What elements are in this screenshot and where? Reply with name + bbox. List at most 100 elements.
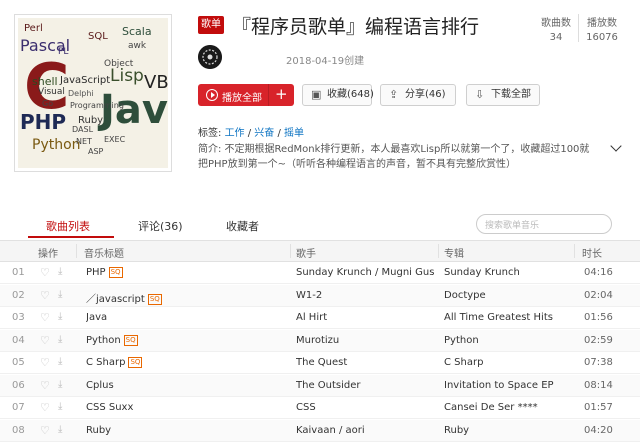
tab-collectors[interactable]: 收藏者: [226, 218, 259, 234]
song-album[interactable]: Cansei De Ser ****: [444, 402, 570, 413]
add-to-queue-button[interactable]: +: [275, 85, 288, 103]
cover-word: Programming: [70, 101, 124, 110]
song-album[interactable]: Doctype: [444, 290, 570, 301]
chevron-down-icon[interactable]: [610, 140, 622, 152]
cover-word: Lisp: [110, 66, 144, 86]
song-title-cell[interactable]: CSS Suxx: [86, 402, 133, 413]
song-title[interactable]: PHP: [86, 267, 106, 278]
song-artist[interactable]: Kaivaan / aori: [296, 425, 434, 436]
cover-word: shell: [32, 75, 58, 88]
table-header: 操作 音乐标题 歌手 专辑 时长: [0, 240, 640, 262]
song-album[interactable]: All Time Greatest Hits: [444, 312, 570, 323]
play-all-button[interactable]: 播放全部 +: [198, 84, 294, 106]
heart-icon[interactable]: ♡: [40, 402, 50, 413]
song-title-cell[interactable]: Cplus: [86, 380, 114, 391]
download-icon[interactable]: ⤓: [58, 289, 62, 300]
stats-divider: [578, 14, 579, 42]
tab-song-list[interactable]: 歌曲列表: [46, 218, 90, 234]
song-title[interactable]: Python: [86, 335, 121, 346]
heart-icon[interactable]: ♡: [40, 425, 50, 436]
cover-word: NET: [76, 137, 92, 146]
table-row[interactable]: 04 ♡ ⤓ Python SQ Murotizu Python 02:59: [0, 329, 640, 352]
cover-word: Visual: [38, 87, 65, 97]
table-row[interactable]: 01 ♡ ⤓ PHPSQ Sunday Krunch / Mugni Gustian Su…: [0, 262, 640, 284]
search-input[interactable]: 搜索歌单音乐: [476, 214, 612, 234]
song-artist[interactable]: Murotizu: [296, 335, 434, 346]
tag-link-work[interactable]: 工作: [225, 128, 245, 139]
song-artist[interactable]: CSS: [296, 402, 434, 413]
download-icon[interactable]: ⤓: [58, 312, 62, 322]
playlist-badge: 歌单: [198, 16, 224, 34]
song-album[interactable]: Python: [444, 335, 570, 346]
song-artist[interactable]: The Quest: [296, 357, 434, 368]
song-duration: 04:16: [584, 267, 613, 278]
track-number: 03: [12, 312, 25, 323]
song-artist[interactable]: The Outsider: [296, 380, 434, 391]
song-album[interactable]: Invitation to Space EP: [444, 380, 570, 391]
table-row[interactable]: 07 ♡ ⤓ CSS Suxx CSS Cansei De Ser **** 01:57: [0, 397, 640, 419]
heart-icon[interactable]: ♡: [40, 312, 50, 323]
track-number: 05: [12, 357, 25, 368]
header-actions: 操作: [38, 249, 58, 260]
cover-word: Python: [32, 137, 81, 153]
tag-link-rock[interactable]: 摇单: [284, 128, 304, 139]
table-row[interactable]: 03 ♡ ⤓ Java Al Hirt All Time Greatest Hits 01:…: [0, 307, 640, 329]
song-artist[interactable]: Al Hirt: [296, 312, 434, 323]
song-title[interactable]: Ruby: [86, 425, 111, 436]
song-title-cell[interactable]: PHP SQ: [86, 267, 123, 278]
song-count-stat: 歌曲数 34: [536, 14, 576, 43]
table-row[interactable]: 06 ♡ ⤓ Cplus The Outsider Invitation to Space…: [0, 374, 640, 397]
track-number: 08: [12, 424, 25, 436]
download-icon[interactable]: ⤓: [58, 267, 62, 277]
table-row[interactable]: 05 ♡ ⤓ C Sharp SQ The Quest C Sharp 07:38: [0, 352, 640, 374]
song-artist[interactable]: W1-2: [296, 290, 434, 301]
song-title[interactable]: CSS Suxx: [86, 402, 133, 413]
share-button[interactable]: ⇪ 分享(46): [380, 84, 456, 106]
play-count-stat: 播放数 16076: [582, 14, 622, 43]
song-title[interactable]: Java: [86, 312, 107, 323]
song-title-cell[interactable]: Ruby: [86, 425, 111, 436]
header-artist: 歌手: [296, 249, 316, 260]
song-duration: 07:38: [584, 357, 613, 368]
tab-comments[interactable]: 评论(36): [138, 218, 183, 234]
download-icon[interactable]: ⤓: [58, 357, 62, 367]
song-artist[interactable]: Sunday Krunch / Mugni Gustian: [296, 267, 434, 278]
heart-icon[interactable]: ♡: [40, 357, 50, 368]
cover-word: Go: [42, 99, 54, 108]
heart-icon[interactable]: ♡: [40, 290, 50, 301]
song-duration: 01:57: [584, 402, 613, 413]
song-title-cell[interactable]: ／javascript SQ: [86, 290, 162, 305]
folder-plus-icon: ▣: [311, 88, 322, 101]
tag-link-excited[interactable]: 兴奋: [254, 128, 274, 139]
download-icon[interactable]: ⤓: [58, 334, 62, 345]
heart-icon[interactable]: ♡: [40, 380, 50, 391]
download-icon[interactable]: ⤓: [58, 402, 62, 412]
song-album[interactable]: Ruby: [444, 425, 570, 436]
header-album: 专辑: [444, 249, 464, 260]
cover-word: PHP: [20, 110, 67, 134]
cover-word: ASP: [88, 147, 104, 156]
heart-icon[interactable]: ♡: [40, 267, 50, 278]
table-row[interactable]: 02 ♡ ⤓ ／javascript SQ W1-2 Doctype 02:04: [0, 284, 640, 307]
song-title[interactable]: C Sharp: [86, 357, 125, 368]
song-title[interactable]: ／javascript: [86, 294, 145, 305]
song-title-cell[interactable]: Python SQ: [86, 334, 138, 346]
heart-icon[interactable]: ♡: [40, 335, 50, 346]
song-title[interactable]: Cplus: [86, 380, 114, 391]
play-all-label: 播放全部: [222, 93, 262, 104]
collect-button[interactable]: ▣ 收藏(648): [302, 84, 374, 106]
track-number: 07: [12, 402, 25, 413]
song-title-cell[interactable]: C Sharp SQ: [86, 357, 143, 368]
song-album[interactable]: C Sharp: [444, 357, 570, 368]
download-all-button[interactable]: ⇩ 下载全部: [466, 84, 540, 106]
creator-avatar[interactable]: [198, 45, 222, 69]
cover-word: awk: [128, 41, 147, 51]
download-icon[interactable]: ⤓: [58, 424, 62, 435]
song-album[interactable]: Sunday Krunch: [444, 267, 570, 278]
table-row[interactable]: 08 ♡ ⤓ Ruby Kaivaan / aori Ruby 04:20: [0, 419, 640, 442]
cover-word: VB: [144, 72, 168, 93]
track-number: 02: [12, 289, 25, 301]
cover-word: SQL: [88, 31, 108, 42]
song-title-cell[interactable]: Java: [86, 312, 107, 323]
download-icon[interactable]: ⤓: [58, 379, 62, 390]
